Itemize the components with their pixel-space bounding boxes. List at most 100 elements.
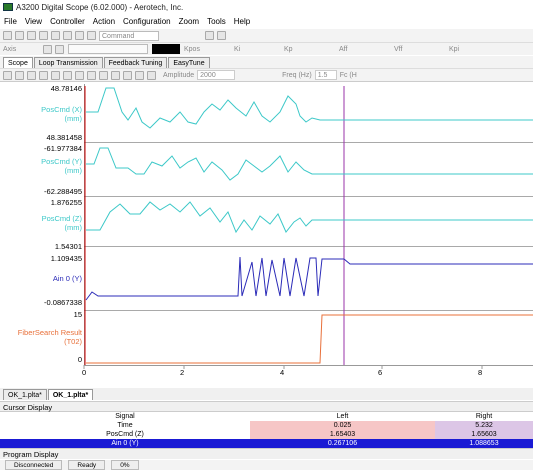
ki-label: Ki <box>234 45 241 53</box>
header-left: Left <box>336 413 349 420</box>
kp-label: Kp <box>284 45 293 53</box>
menu-view[interactable]: View <box>25 17 42 26</box>
trace3-max: 1.876255 <box>50 198 82 207</box>
reset-icon[interactable] <box>63 31 72 40</box>
menu-file[interactable]: File <box>4 17 17 26</box>
signals-icon[interactable] <box>63 70 72 80</box>
tab-scope[interactable]: Scope <box>3 57 33 68</box>
axis-field[interactable] <box>68 44 148 54</box>
trace5-max: 15 <box>73 310 82 319</box>
trace1-min: 48.381458 <box>46 133 82 142</box>
header-signal: Signal <box>115 413 135 420</box>
measure-icon[interactable] <box>135 70 144 80</box>
tab-strip: Scope Loop Transmission Feedback Tuning … <box>0 56 533 68</box>
trace3-min: 1.54301 <box>54 242 82 251</box>
program-display[interactable]: Program Display <box>0 448 533 459</box>
config-icon[interactable] <box>51 70 60 80</box>
x-tick-0: 0 <box>82 368 87 377</box>
freq-input[interactable]: 1.5 <box>314 70 337 80</box>
command-input[interactable]: Command <box>99 30 159 41</box>
trace5-min: 0 <box>77 355 82 364</box>
run-icon[interactable] <box>3 70 12 80</box>
axis-set-icon[interactable] <box>55 44 64 54</box>
cell-right: 5.232 <box>435 421 533 430</box>
tab-loop-transmission[interactable]: Loop Transmission <box>33 57 103 68</box>
fft-icon[interactable] <box>147 70 156 80</box>
scope-plot[interactable]: 48.78146 PosCmd (X) (mm) 48.381458 -61.9… <box>0 82 533 380</box>
main-toolbar: Command <box>0 29 533 42</box>
new-icon[interactable] <box>3 31 12 40</box>
trace4-min: -0.0867338 <box>44 298 82 307</box>
zoom-in-icon[interactable] <box>75 70 84 80</box>
cell-right: 1.65603 <box>435 430 533 439</box>
status-bar: Disconnected Ready 0% <box>0 460 533 470</box>
x-tick-6: 6 <box>378 368 383 377</box>
cell-left: 0.025 <box>250 421 435 430</box>
trace5-name: FiberSearch Result (T02) <box>17 328 82 346</box>
menu-zoom[interactable]: Zoom <box>179 17 199 26</box>
trace3-waveform <box>86 201 533 234</box>
file-tab-1[interactable]: OK_1.plta* <box>3 389 47 400</box>
cell-left: 0.267106 <box>327 440 358 447</box>
cursor-header-row: Signal Left Right <box>0 412 533 421</box>
cell-signal: PosCmd (Z) <box>106 431 144 438</box>
menu-bar: File View Controller Action Configuratio… <box>0 15 533 28</box>
cell-signal: Ain 0 (Y) <box>111 440 139 447</box>
stop-scope-icon[interactable] <box>27 70 36 80</box>
zoom-out-icon[interactable] <box>87 70 96 80</box>
header-right: Right <box>475 413 493 420</box>
kpos-label: Kpos <box>184 45 200 53</box>
x-tick-4: 4 <box>280 368 285 377</box>
tab-feedback-tuning[interactable]: Feedback Tuning <box>103 57 168 68</box>
expand-icon[interactable] <box>205 31 214 40</box>
single-icon[interactable] <box>15 70 24 80</box>
cursor-display: Cursor Display Signal Left Right Time 0.… <box>0 401 533 448</box>
table-row[interactable]: Time 0.025 5.232 <box>0 421 533 430</box>
menu-help[interactable]: Help <box>234 17 250 26</box>
save-icon[interactable] <box>27 31 36 40</box>
freq-label: Freq (Hz) <box>282 71 312 79</box>
x-tick-2: 2 <box>180 368 185 377</box>
trace2-name: PosCmd (Y) <box>41 157 82 166</box>
menu-action[interactable]: Action <box>93 17 115 26</box>
trigger-icon[interactable] <box>39 70 48 80</box>
grid-icon[interactable] <box>217 31 226 40</box>
status-connection: Disconnected <box>5 460 63 470</box>
file-tab-2[interactable]: OK_1.plta* <box>47 389 94 400</box>
enable-icon[interactable] <box>39 31 48 40</box>
fc-label: Fc (H <box>339 71 357 79</box>
trace2-min: -62.288495 <box>44 187 82 196</box>
menu-configuration[interactable]: Configuration <box>123 17 171 26</box>
pan-icon[interactable] <box>111 70 120 80</box>
trace4-name: Ain 0 (Y) <box>52 274 82 283</box>
cursor-icon[interactable] <box>123 70 132 80</box>
abort-icon[interactable] <box>75 31 84 40</box>
trace1-waveform <box>86 87 533 129</box>
open-icon[interactable] <box>15 31 24 40</box>
amplitude-input[interactable]: 2000 <box>197 70 236 80</box>
scope-toolbar: Amplitude 2000 Freq (Hz) 1.5 Fc (H <box>0 68 533 82</box>
table-row[interactable]: PosCmd (Z) 1.65403 1.65603 <box>0 430 533 439</box>
status-progress: 0% <box>111 460 139 470</box>
home-icon[interactable] <box>51 31 60 40</box>
app-icon <box>3 3 13 11</box>
table-row-selected[interactable]: Ain 0 (Y) 0.267106 1.088653 <box>0 439 533 448</box>
trace1-max: 48.78146 <box>50 84 82 93</box>
axis-dropdown-icon[interactable] <box>43 44 52 54</box>
axis-label: Axis <box>3 45 17 53</box>
zoom-fit-icon[interactable] <box>99 70 108 80</box>
trace3-unit: (mm) <box>64 223 83 232</box>
cell-right: 1.088653 <box>469 440 499 447</box>
title-bar: A3200 Digital Scope (6.02.000) - Aerotec… <box>0 0 533 14</box>
x-tick-8: 8 <box>478 368 483 377</box>
kpi-label: Kpi <box>449 45 460 53</box>
menu-controller[interactable]: Controller <box>50 17 85 26</box>
amplitude-label: Amplitude <box>163 71 195 79</box>
trace1-unit: (mm) <box>64 114 83 123</box>
stop-icon[interactable] <box>87 31 96 40</box>
menu-tools[interactable]: Tools <box>207 17 226 26</box>
tab-easytune[interactable]: EasyTune <box>168 57 210 68</box>
trace5-waveform <box>86 314 533 364</box>
trace4-waveform <box>85 256 533 301</box>
axis-indicator <box>152 44 180 54</box>
